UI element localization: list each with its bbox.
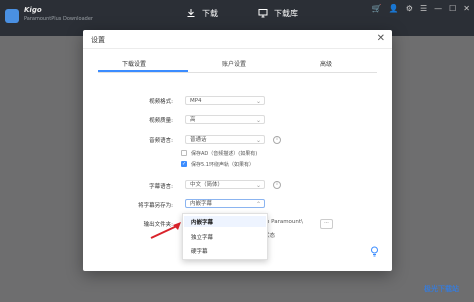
dropdown-option[interactable]: 硬字幕 [191,247,208,255]
app-subtitle: ParamountPlus Downloader [24,16,93,22]
close-window-icon[interactable]: ✕ [463,4,470,14]
cart-icon[interactable]: 🛒 [372,4,382,14]
window-controls: 🛒 👤 ⚙ ☰ — ☐ ✕ [372,4,470,14]
monitor-icon [258,9,268,18]
watermark: 极光下载站 [424,285,459,293]
gear-icon[interactable]: ⚙ [406,4,413,14]
menu-icon[interactable]: ☰ [420,4,427,14]
app-logo [5,9,19,23]
dropdown-option[interactable]: 内嵌字幕 [191,218,213,226]
minimize-icon[interactable]: — [434,4,442,14]
nav-library-label: 下载库 [274,9,298,18]
lightbulb-icon[interactable] [370,246,379,257]
nav-download-label: 下载 [202,9,218,18]
subtitle-save-as-dropdown: 内嵌字幕 独立字幕 硬字幕 [182,213,268,260]
download-icon [187,9,195,17]
user-icon[interactable]: 👤 [389,4,399,14]
dropdown-option[interactable]: 独立字幕 [191,233,213,241]
maximize-icon[interactable]: ☐ [449,4,456,14]
app-name: Kigo [24,6,42,14]
